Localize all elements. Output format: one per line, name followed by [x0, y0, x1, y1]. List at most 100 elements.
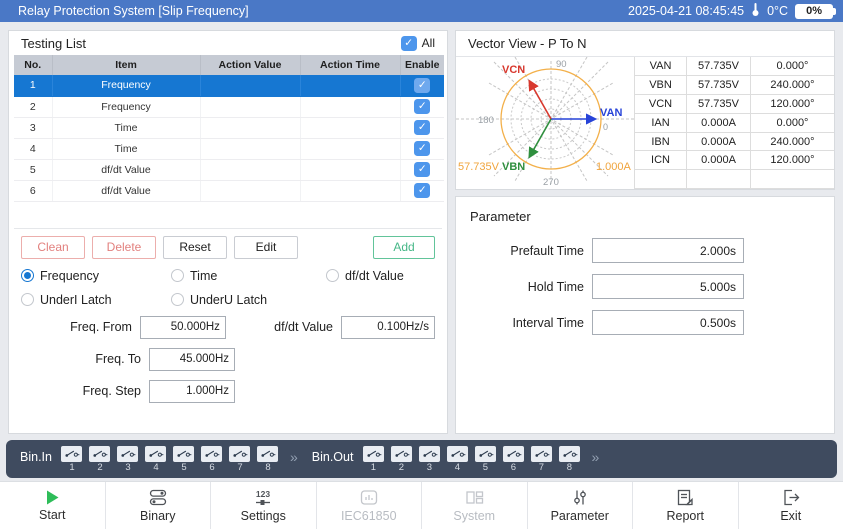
- table-row[interactable]: 5 df/dt Value: [14, 159, 444, 181]
- switch-icon[interactable]: [229, 445, 251, 462]
- freq-to-input[interactable]: [149, 347, 235, 371]
- switch-icon[interactable]: [474, 445, 496, 462]
- parameter-button[interactable]: Parameter: [526, 482, 633, 529]
- table-row[interactable]: 3 Time: [14, 117, 444, 139]
- bin-out-channel[interactable]: 5: [473, 445, 497, 473]
- switch-icon[interactable]: [390, 445, 412, 462]
- bin-out-channel[interactable]: 3: [417, 445, 441, 473]
- mode-radio[interactable]: df/dt Value: [326, 269, 404, 283]
- bin-out-channel[interactable]: 2: [389, 445, 413, 473]
- chevron-right-icon: »: [591, 449, 600, 465]
- phasor-name: ICN: [634, 150, 687, 171]
- radio-label: Time: [190, 268, 218, 283]
- bin-out-channel[interactable]: 8: [557, 445, 581, 473]
- switch-icon[interactable]: [117, 445, 139, 462]
- switch-icon[interactable]: [145, 445, 167, 462]
- radio-icon: [171, 293, 184, 306]
- table-row[interactable]: 6 df/dt Value: [14, 180, 444, 202]
- bin-in-channel[interactable]: 5: [172, 445, 196, 473]
- add-button[interactable]: Add: [373, 235, 435, 259]
- parameter-field-label: Prefault Time: [510, 243, 584, 258]
- bin-out-channel[interactable]: 1: [361, 445, 385, 473]
- row-enable-checkbox[interactable]: [414, 141, 431, 156]
- dfdt-input[interactable]: [341, 315, 435, 339]
- row-enable-checkbox[interactable]: [414, 99, 431, 114]
- bin-out-channel[interactable]: 6: [501, 445, 525, 473]
- latch-radio[interactable]: UnderI Latch: [21, 293, 171, 307]
- latch-radio[interactable]: UnderU Latch: [171, 293, 326, 307]
- report-button[interactable]: Report: [632, 482, 738, 529]
- bin-in-channel[interactable]: 8: [256, 445, 280, 473]
- switch-icon[interactable]: [446, 445, 468, 462]
- row-no: 3: [14, 117, 53, 139]
- parameter-field-input[interactable]: [592, 310, 744, 335]
- parameter-field: Hold Time: [468, 274, 822, 299]
- bin-in-channel[interactable]: 3: [116, 445, 140, 473]
- row-action-value: [200, 96, 301, 118]
- freq-step-input[interactable]: [149, 379, 235, 403]
- parameter-title: Parameter: [470, 209, 531, 224]
- bin-in-channel[interactable]: 4: [144, 445, 168, 473]
- system-icon: [465, 489, 484, 506]
- phasor-row: ICN 0.000A 120.000°: [634, 150, 834, 171]
- parameter-field-input[interactable]: [592, 238, 744, 263]
- edit-button[interactable]: Edit: [234, 235, 298, 259]
- bottom-toolbar: Start Binary 123 Settings IEC61850 Syste…: [0, 481, 843, 529]
- row-enable-checkbox[interactable]: [414, 77, 431, 93]
- exit-button[interactable]: Exit: [737, 482, 843, 529]
- parameter-field-input[interactable]: [592, 274, 744, 299]
- reset-button[interactable]: Reset: [163, 235, 227, 259]
- bin-out-channel[interactable]: 7: [529, 445, 553, 473]
- voltage-scale: 57.735V: [458, 161, 500, 173]
- bin-out-label: Bin.Out: [311, 450, 354, 464]
- switch-icon[interactable]: [558, 445, 580, 462]
- switch-icon[interactable]: [201, 445, 223, 462]
- delete-button[interactable]: Delete: [92, 235, 156, 259]
- bin-out-channel[interactable]: 4: [445, 445, 469, 473]
- switch-icon[interactable]: [418, 445, 440, 462]
- freq-from-input[interactable]: [139, 315, 226, 339]
- binary-button[interactable]: Binary: [104, 482, 211, 529]
- row-item: df/dt Value: [52, 159, 201, 181]
- row-action-time: [300, 180, 401, 202]
- switch-icon[interactable]: [257, 445, 279, 462]
- switch-icon[interactable]: [362, 445, 384, 462]
- table-row[interactable]: 4 Time: [14, 138, 444, 160]
- row-enable-checkbox[interactable]: [414, 162, 431, 177]
- iec61850-button[interactable]: IEC61850: [315, 482, 422, 529]
- phasor-angle: 0.000°: [750, 113, 834, 133]
- clean-button[interactable]: Clean: [21, 235, 85, 259]
- switch-icon[interactable]: [502, 445, 524, 462]
- settings-button[interactable]: 123 Settings: [210, 482, 316, 529]
- channel-number: 3: [125, 461, 131, 473]
- channel-number: 4: [153, 461, 159, 473]
- bin-in-channel[interactable]: 2: [88, 445, 112, 473]
- bin-in-channel[interactable]: 6: [200, 445, 224, 473]
- row-enable-checkbox[interactable]: [414, 120, 431, 135]
- row-enable-checkbox[interactable]: [414, 183, 431, 198]
- phasor-row-empty: [634, 169, 834, 189]
- checkbox-checked-icon[interactable]: [400, 35, 417, 51]
- phasor-name: VBN: [634, 75, 687, 96]
- mode-radio[interactable]: Time: [171, 269, 326, 283]
- vcn-label: VCN: [502, 64, 525, 76]
- switch-icon[interactable]: [173, 445, 195, 462]
- switch-icon[interactable]: [61, 445, 83, 462]
- radio-icon: [21, 293, 34, 306]
- vector-view-panel: Vector View - P To N 90 180 270 0 VCN VA…: [455, 30, 835, 190]
- table-row[interactable]: 2 Frequency: [14, 96, 444, 118]
- bin-in-channel[interactable]: 7: [228, 445, 252, 473]
- bin-in-channel[interactable]: 1: [60, 445, 84, 473]
- switch-icon[interactable]: [89, 445, 111, 462]
- system-button[interactable]: System: [421, 482, 527, 529]
- phasor-name: IBN: [634, 132, 687, 152]
- phasor-angle: 0.000°: [750, 57, 834, 77]
- row-item: Frequency: [52, 75, 201, 97]
- table-row[interactable]: 1 Frequency: [14, 75, 444, 97]
- settings-123-icon: 123: [253, 489, 273, 506]
- select-all-checkbox[interactable]: All: [400, 35, 435, 51]
- switch-icon[interactable]: [530, 445, 552, 462]
- mode-radio[interactable]: Frequency: [21, 269, 171, 283]
- start-button[interactable]: Start: [0, 482, 105, 529]
- testing-list-title: Testing List: [21, 35, 87, 51]
